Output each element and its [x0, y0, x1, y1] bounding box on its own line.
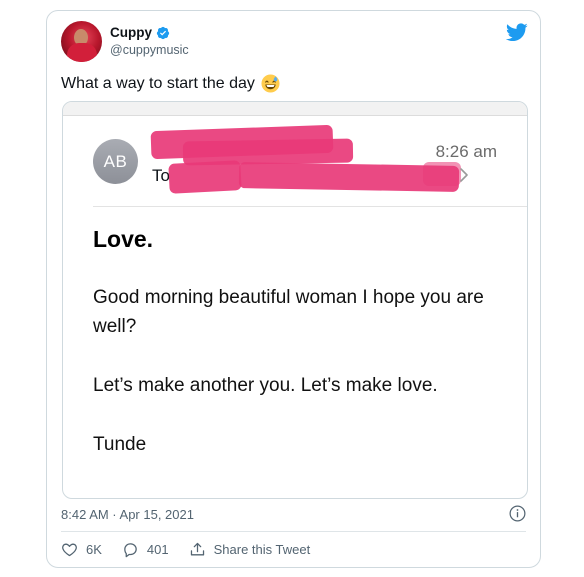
- author-display-name[interactable]: Cuppy: [110, 25, 152, 40]
- tweet-card: Cuppy @cuppymusic What a way to start th…: [46, 10, 541, 568]
- tweet-actions: 6K 401 Share this Tweet: [61, 541, 330, 558]
- redacted-recipient: [168, 160, 242, 194]
- share-icon: [190, 542, 204, 556]
- tweet-timestamp[interactable]: 8:42 AM · Apr 15, 2021: [61, 507, 194, 522]
- email-body-paragraph-2: Let’s make another you. Let’s make love.: [93, 375, 438, 396]
- reply-icon: [124, 543, 137, 558]
- author-handle[interactable]: @cuppymusic: [110, 43, 189, 57]
- media-topbar: [63, 102, 527, 116]
- email-to-label: To: [152, 166, 170, 185]
- share-button[interactable]: Share this Tweet: [189, 541, 311, 558]
- verified-badge-icon: [156, 26, 170, 39]
- twitter-logo-icon[interactable]: [506, 23, 528, 42]
- sender-avatar: AB: [93, 139, 138, 184]
- email-header-divider: [93, 206, 527, 207]
- redacted-recipient-address-2: [423, 162, 461, 186]
- author-avatar[interactable]: [61, 21, 102, 62]
- email-signature: Tunde: [93, 434, 147, 455]
- tweet-text-content: What a way to start the day: [61, 74, 255, 92]
- email-body-paragraph-1: Good morning beautiful woman I hope you …: [93, 287, 484, 337]
- chevron-right-icon[interactable]: [459, 168, 469, 182]
- heart-icon: [62, 543, 77, 557]
- share-label: Share this Tweet: [213, 542, 311, 557]
- email-screenshot-media[interactable]: AB 8:26 am To Love. Good morning beautif…: [62, 101, 528, 499]
- avatar-body: [67, 43, 97, 62]
- like-button[interactable]: 6K: [61, 541, 102, 558]
- email-body: Good morning beautiful woman I hope you …: [93, 283, 493, 489]
- tweet-text: What a way to start the day: [61, 74, 280, 93]
- info-icon[interactable]: [509, 505, 526, 522]
- email-subject: Love.: [93, 226, 154, 252]
- like-count: 6K: [86, 542, 102, 557]
- reply-button[interactable]: 401: [122, 541, 169, 558]
- actions-divider: [61, 531, 526, 532]
- email-time: 8:26 am: [435, 142, 497, 161]
- author-name-row[interactable]: Cuppy: [110, 25, 170, 40]
- reply-count: 401: [146, 542, 169, 557]
- grinning-sweat-emoji-icon: [261, 74, 280, 93]
